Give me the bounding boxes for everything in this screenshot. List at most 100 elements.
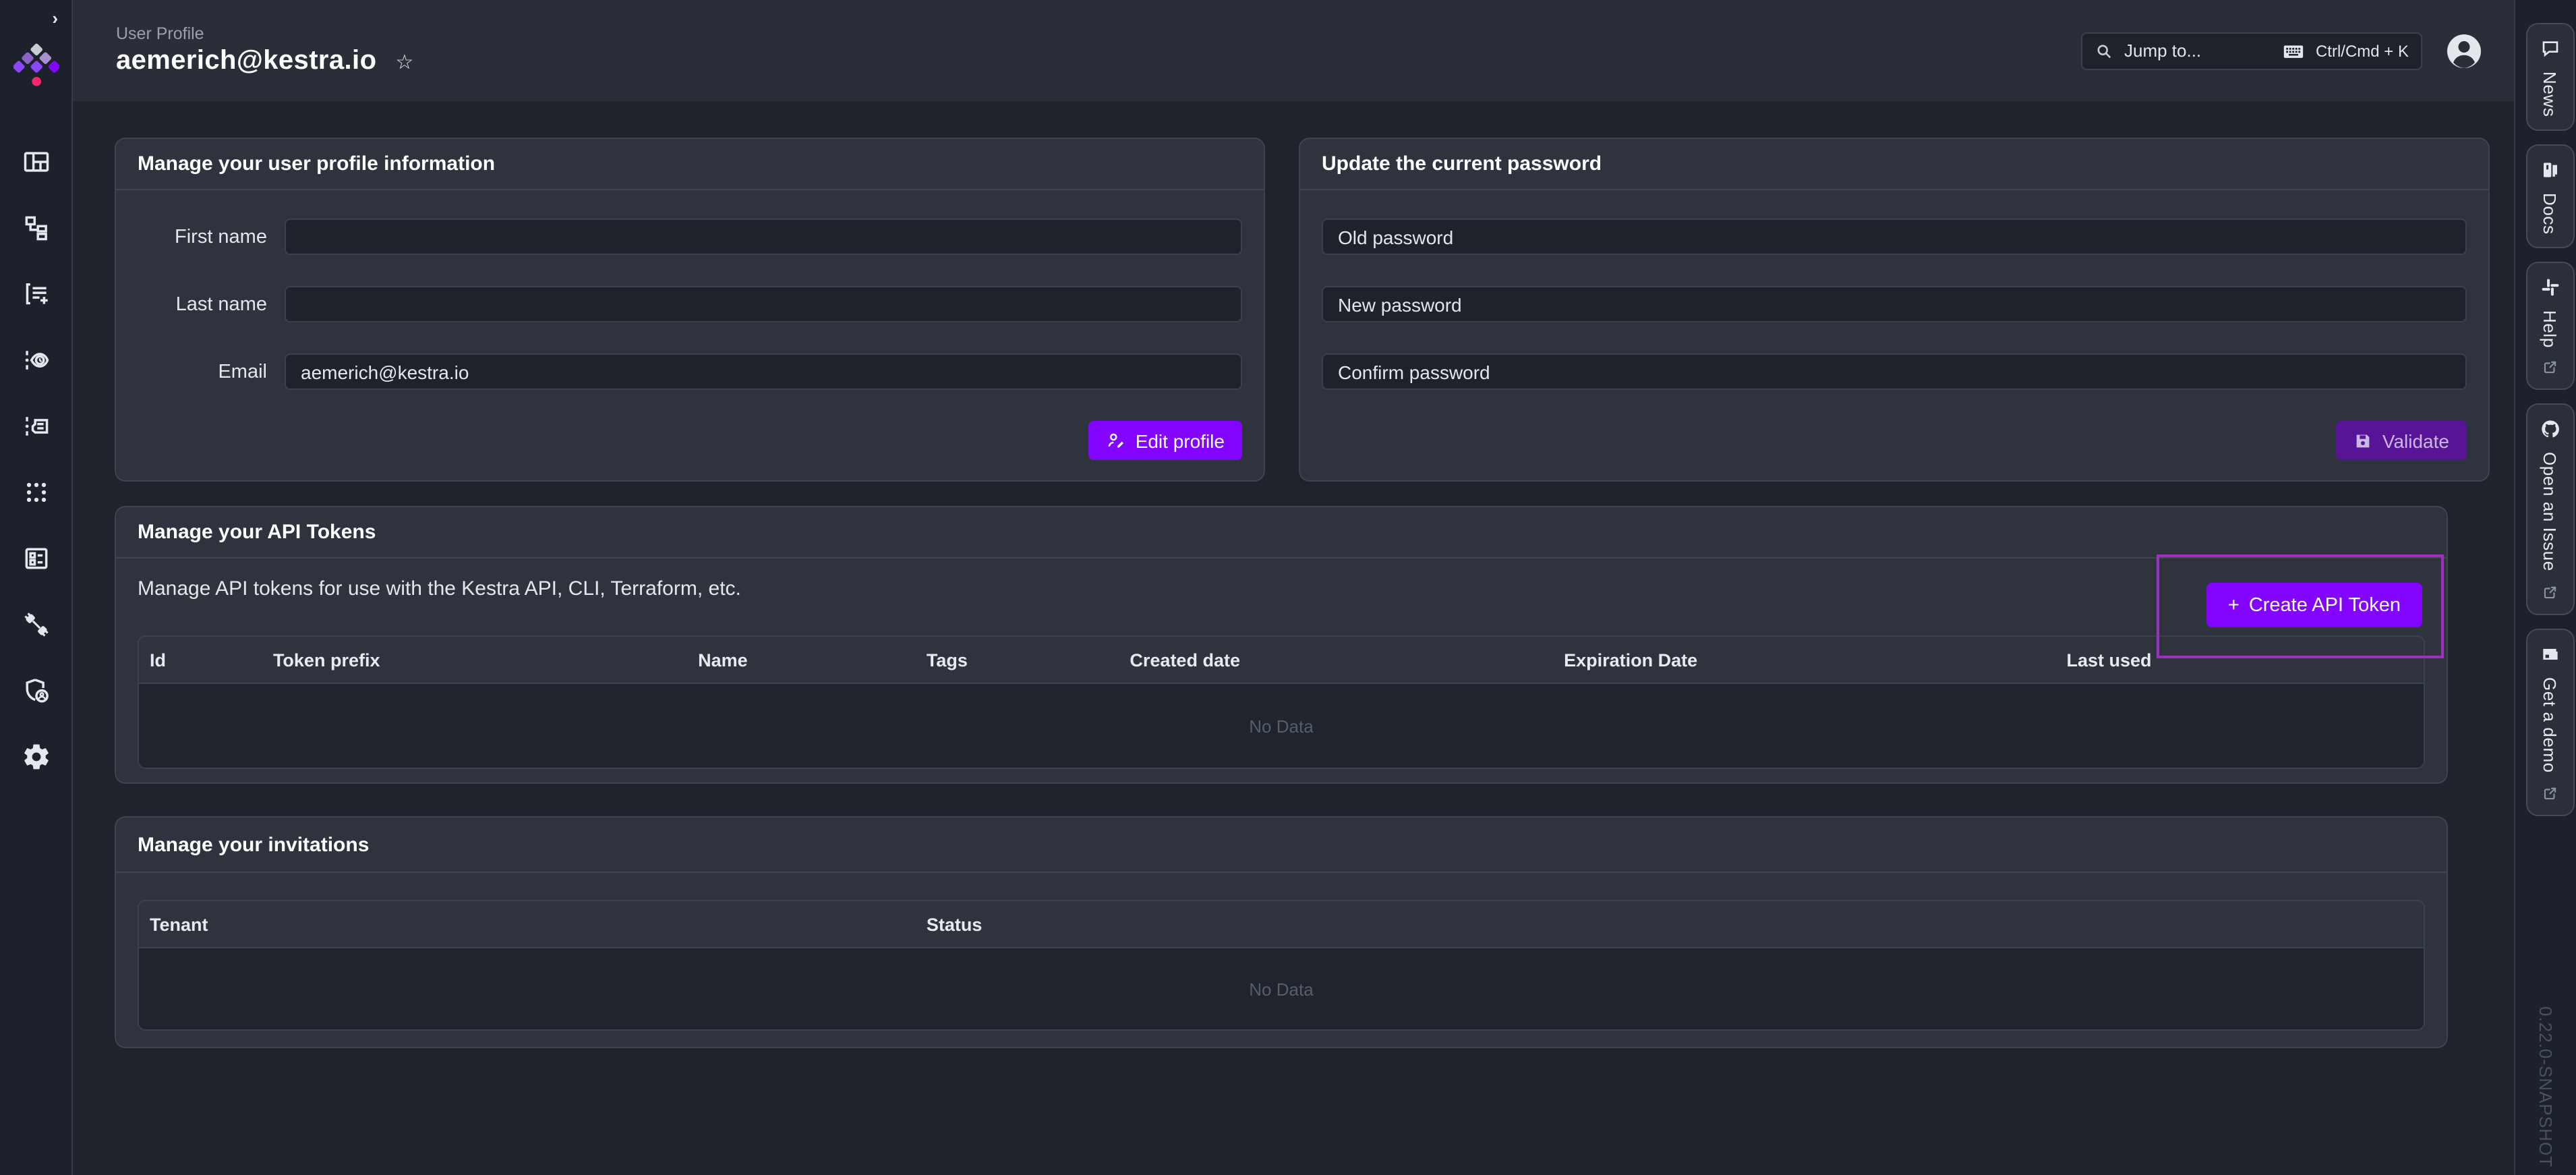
sidebar-item-revisions[interactable] bbox=[17, 411, 55, 441]
col-created-date: Created date bbox=[1119, 650, 1553, 670]
topbar: User Profile aemerich@kestra.io ☆ Jump t… bbox=[73, 0, 2514, 101]
password-card: Update the current password Validate bbox=[1299, 138, 2490, 482]
plus-icon: + bbox=[2228, 594, 2240, 616]
api-tokens-title: Manage your API Tokens bbox=[116, 507, 2447, 558]
new-password-input[interactable] bbox=[1322, 286, 2467, 322]
clock-eye-icon bbox=[21, 345, 51, 375]
shortcut-label: Ctrl/Cmd + K bbox=[2316, 41, 2409, 60]
left-sidebar: › bbox=[0, 0, 73, 1175]
col-last-used: Last used bbox=[2055, 650, 2424, 670]
external-link-icon bbox=[2541, 785, 2558, 803]
old-password-input[interactable] bbox=[1322, 219, 2467, 255]
page-title: aemerich@kestra.io bbox=[116, 46, 376, 77]
external-link-icon bbox=[2541, 584, 2558, 602]
api-tokens-description: Manage API tokens for use with the Kestr… bbox=[116, 558, 2447, 600]
external-link-icon bbox=[2541, 360, 2558, 377]
col-status: Status bbox=[916, 914, 2424, 934]
right-rail: News Docs Help Open an Issue Get a demo bbox=[2514, 0, 2576, 1175]
sidebar-expand-chevron-icon[interactable]: › bbox=[52, 8, 58, 28]
invitations-title: Manage your invitations bbox=[116, 818, 2447, 873]
profile-card: Manage your user profile information Fir… bbox=[115, 138, 1265, 482]
sidebar-item-logs[interactable] bbox=[17, 345, 55, 375]
jump-to-search[interactable]: Jump to... Ctrl/Cmd + K bbox=[2081, 32, 2422, 69]
monitor-icon bbox=[2539, 643, 2560, 665]
create-api-token-label: Create API Token bbox=[2249, 594, 2401, 616]
jump-to-label: Jump to... bbox=[2124, 40, 2201, 61]
no-data-label: No Data bbox=[1249, 979, 1313, 999]
api-tokens-empty-row: No Data bbox=[139, 683, 2424, 768]
invitations-card: Manage your invitations Tenant Status No… bbox=[115, 816, 2448, 1048]
email-label: Email bbox=[138, 361, 267, 382]
sidebar-item-plugins[interactable] bbox=[17, 610, 55, 639]
rail-tab-label: Get a demo bbox=[2540, 677, 2560, 773]
sidebar-item-dashboard[interactable] bbox=[17, 147, 55, 177]
first-name-label: First name bbox=[138, 226, 267, 248]
slack-icon bbox=[2539, 276, 2560, 297]
col-expiration-date: Expiration Date bbox=[1553, 650, 2055, 670]
list-plus-icon bbox=[21, 279, 51, 309]
shield-account-icon bbox=[21, 676, 51, 706]
rail-tab-help[interactable]: Help bbox=[2525, 261, 2574, 391]
github-icon bbox=[2539, 419, 2560, 440]
invitations-empty-row: No Data bbox=[139, 947, 2424, 1029]
breadcrumb: User Profile bbox=[116, 24, 413, 43]
profile-card-title: Manage your user profile information bbox=[116, 139, 1264, 190]
confirm-password-input[interactable] bbox=[1322, 353, 2467, 390]
timeline-text-icon bbox=[21, 411, 51, 441]
save-icon bbox=[2354, 431, 2373, 450]
account-edit-icon bbox=[1106, 430, 1126, 451]
api-tokens-table: Id Token prefix Name Tags Created date E… bbox=[138, 635, 2425, 769]
book-icon bbox=[2539, 159, 2560, 180]
col-tags: Tags bbox=[916, 650, 1119, 670]
avatar[interactable] bbox=[2444, 30, 2484, 71]
message-icon bbox=[2539, 38, 2560, 59]
password-card-title: Update the current password bbox=[1300, 139, 2488, 190]
col-name: Name bbox=[687, 650, 916, 670]
email-input[interactable] bbox=[285, 353, 1242, 390]
rail-tab-open-an-issue[interactable]: Open an Issue bbox=[2525, 404, 2574, 615]
last-name-input[interactable] bbox=[285, 286, 1242, 322]
invitations-table-header: Tenant Status bbox=[139, 901, 2424, 947]
rail-tab-label: Help bbox=[2540, 310, 2560, 347]
edit-profile-button[interactable]: Edit profile bbox=[1088, 421, 1242, 460]
dashboard-icon bbox=[21, 147, 51, 177]
validate-label: Validate bbox=[2382, 430, 2449, 451]
content: Manage your user profile information Fir… bbox=[73, 101, 2514, 1175]
sidebar-item-settings[interactable] bbox=[17, 742, 55, 772]
rail-tab-docs[interactable]: Docs bbox=[2525, 144, 2574, 248]
sidebar-item-administration[interactable] bbox=[17, 676, 55, 706]
sidebar-item-flows[interactable] bbox=[17, 213, 55, 243]
api-tokens-table-header: Id Token prefix Name Tags Created date E… bbox=[139, 637, 2424, 683]
keyboard-icon bbox=[2282, 41, 2305, 60]
sidebar-item-blueprints[interactable] bbox=[17, 544, 55, 573]
validate-button[interactable]: Validate bbox=[2337, 421, 2467, 460]
sidebar-nav bbox=[17, 147, 55, 772]
rail-tab-label: Docs bbox=[2540, 192, 2560, 234]
api-tokens-card: Manage your API Tokens Manage API tokens… bbox=[115, 506, 2448, 784]
gear-icon bbox=[21, 742, 51, 772]
kestra-logo-icon[interactable] bbox=[13, 42, 59, 88]
create-api-token-button[interactable]: + Create API Token bbox=[2206, 583, 2422, 627]
invitations-table: Tenant Status No Data bbox=[138, 900, 2425, 1031]
ballot-icon bbox=[21, 544, 51, 573]
sidebar-item-namespaces[interactable] bbox=[17, 478, 55, 507]
col-token-prefix: Token prefix bbox=[262, 650, 687, 670]
main-column: User Profile aemerich@kestra.io ☆ Jump t… bbox=[73, 0, 2514, 1175]
sitemap-icon bbox=[21, 213, 51, 243]
sidebar-item-executions[interactable] bbox=[17, 279, 55, 309]
first-name-input[interactable] bbox=[285, 219, 1242, 255]
last-name-label: Last name bbox=[138, 293, 267, 315]
rail-tab-news[interactable]: News bbox=[2525, 23, 2574, 130]
star-icon[interactable]: ☆ bbox=[395, 49, 413, 74]
edit-profile-label: Edit profile bbox=[1136, 430, 1225, 451]
rail-tab-get-a-demo[interactable]: Get a demo bbox=[2525, 629, 2574, 816]
page-heading: User Profile aemerich@kestra.io ☆ bbox=[116, 24, 413, 77]
col-id: Id bbox=[139, 650, 262, 670]
dots-square-icon bbox=[21, 478, 51, 507]
search-icon bbox=[2095, 41, 2113, 60]
rail-tab-label: News bbox=[2540, 71, 2560, 117]
rail-tab-label: Open an Issue bbox=[2540, 453, 2560, 572]
plug-icon bbox=[21, 610, 51, 639]
version-label: 0.22.0-SNAPSHOT bbox=[2536, 1006, 2556, 1167]
col-tenant: Tenant bbox=[139, 914, 916, 934]
